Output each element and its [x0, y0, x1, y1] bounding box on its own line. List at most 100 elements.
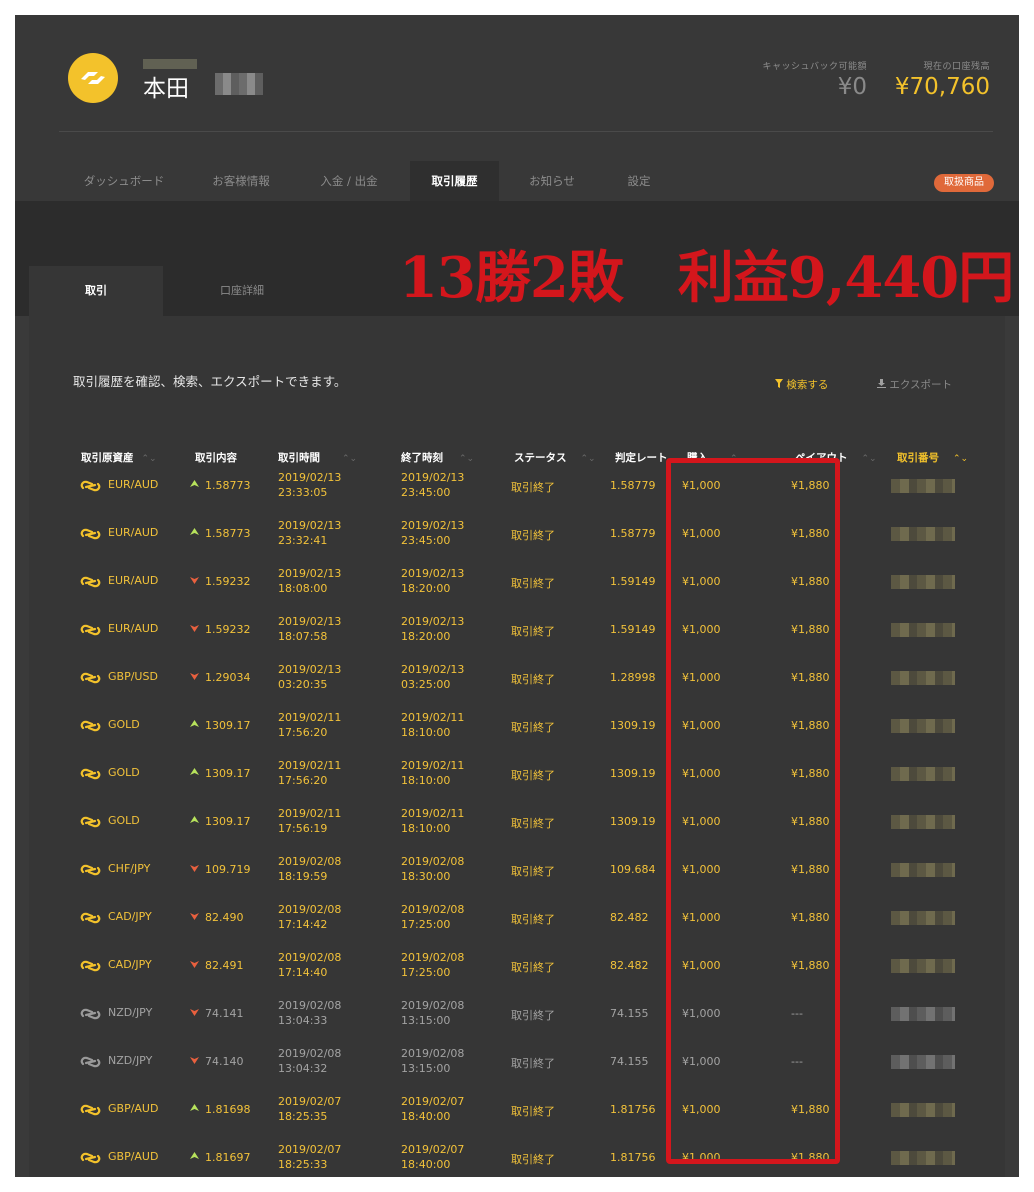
judge-rate: 82.482 — [610, 911, 649, 924]
purchase-amount: ¥1,000 — [682, 959, 721, 972]
table-row[interactable]: CHF/JPY 109.719 2019/02/08 18:19:59 2019/02/… — [29, 853, 1005, 901]
col-asset-header[interactable]: 取引原資産 ⌃⌄ — [81, 450, 157, 465]
payout-amount: ¥1,880 — [791, 671, 830, 684]
start-time-clock: 18:07:58 — [278, 630, 328, 643]
down-arrow-icon — [190, 864, 199, 875]
export-link[interactable]: エクスポート — [877, 377, 952, 392]
subtab-band: 取引 口座詳細 13勝2敗 利益9,440円 — [15, 201, 1019, 316]
table-row[interactable]: NZD/JPY 74.141 2019/02/08 13:04:33 2019/02/0… — [29, 997, 1005, 1045]
col-start-time-header[interactable]: 取引時間 ⌃⌄ — [278, 450, 357, 465]
table-row[interactable]: CAD/JPY 82.490 2019/02/08 17:14:42 2019/02/0… — [29, 901, 1005, 949]
start-time-clock: 18:25:33 — [278, 1158, 328, 1171]
table-row[interactable]: EUR/AUD 1.58773 2019/02/13 23:32:41 2019/02/… — [29, 517, 1005, 565]
status-text: 取引終了 — [511, 865, 555, 878]
status-text: 取引終了 — [511, 721, 555, 734]
chain-link-icon — [80, 766, 101, 785]
sort-chevrons-icon[interactable]: ⌃⌄ — [953, 454, 968, 464]
table-row[interactable]: CAD/JPY 82.491 2019/02/08 17:14:40 2019/02/0… — [29, 949, 1005, 997]
down-arrow-icon — [190, 576, 199, 587]
export-label: エクスポート — [889, 379, 953, 391]
tab-settings[interactable]: 設定 — [615, 161, 663, 201]
tab-notices[interactable]: お知らせ — [521, 161, 583, 201]
subtab-trades[interactable]: 取引 — [29, 266, 163, 316]
tab-trade-history[interactable]: 取引履歴 — [410, 161, 499, 201]
end-time-date: 2019/02/08 — [401, 903, 465, 916]
subtab-account-details[interactable]: 口座詳細 — [175, 266, 309, 316]
entry-rate: 1.29034 — [205, 671, 251, 684]
asset-name: NZD/JPY — [108, 1006, 153, 1019]
end-time: 2019/02/08 13:15:00 — [401, 998, 464, 1028]
payout-amount: ¥1,880 — [791, 1151, 830, 1164]
sort-chevrons-icon[interactable]: ⌃⌄ — [142, 454, 157, 464]
table-row[interactable]: EUR/AUD 1.59232 2019/02/13 18:07:58 2019/02/… — [29, 613, 1005, 661]
account-id-redaction — [215, 73, 263, 95]
payout-amount: ¥1,880 — [791, 959, 830, 972]
end-time-clock: 17:25:00 — [401, 966, 451, 979]
table-row[interactable]: GOLD 1309.17 2019/02/11 17:56:20 2019/02/11 1… — [29, 757, 1005, 805]
col-end-time-header[interactable]: 終了時刻 ⌃⌄ — [401, 450, 474, 465]
end-time-clock: 13:15:00 — [401, 1014, 451, 1027]
status-text: 取引終了 — [511, 625, 555, 638]
payout-amount: ¥1,880 — [791, 575, 830, 588]
sort-chevrons-icon[interactable]: ⌃⌄ — [459, 454, 474, 464]
start-time: 2019/02/11 17:56:20 — [278, 758, 341, 788]
sort-chevrons-icon[interactable]: ⌃⌄ — [862, 454, 877, 464]
status-text: 取引終了 — [511, 1009, 555, 1022]
table-row[interactable]: GBP/USD 1.29034 2019/02/13 03:20:35 2019/02/… — [29, 661, 1005, 709]
down-arrow-icon — [190, 1008, 199, 1019]
up-arrow-icon — [190, 816, 199, 827]
table-row[interactable]: EUR/AUD 1.58773 2019/02/13 23:33:05 2019/02/… — [29, 469, 1005, 517]
judge-rate: 1.59149 — [610, 575, 656, 588]
purchase-amount: ¥1,000 — [682, 863, 721, 876]
sort-chevrons-icon[interactable]: ⌃⌄ — [581, 454, 596, 464]
entry-rate: 1.58773 — [205, 479, 251, 492]
header-divider — [59, 131, 993, 132]
payout-amount: --- — [791, 1007, 803, 1020]
up-arrow-icon — [190, 1104, 199, 1115]
sort-chevrons-icon[interactable]: ⌃⌄ — [730, 454, 745, 464]
entry-rate: 1.81698 — [205, 1103, 251, 1116]
table-row[interactable]: EUR/AUD 1.59232 2019/02/13 18:08:00 2019/02/… — [29, 565, 1005, 613]
up-arrow-icon — [190, 768, 199, 779]
start-time-clock: 17:14:40 — [278, 966, 328, 979]
col-status-header[interactable]: ステータス ⌃⌄ — [514, 450, 596, 465]
tab-customer-info[interactable]: お客様情報 — [201, 161, 281, 201]
cashback-label: キャッシュバック可能額 — [762, 62, 867, 72]
col-purchase-header[interactable]: 購入 ⌃⌄ — [687, 450, 745, 465]
col-trade-id-header[interactable]: 取引番号 ⌃⌄ — [897, 450, 968, 465]
col-payout-header[interactable]: ペイアウト ⌃⌄ — [795, 450, 877, 465]
trade-id-redaction — [891, 959, 955, 973]
table-row[interactable]: GBP/AUD 1.81698 2019/02/07 18:25:35 2019/02/… — [29, 1093, 1005, 1141]
purchase-amount: ¥1,000 — [682, 671, 721, 684]
download-icon — [877, 379, 889, 391]
table-row[interactable]: NZD/JPY 74.140 2019/02/08 13:04:32 2019/02/0… — [29, 1045, 1005, 1093]
end-time: 2019/02/11 18:10:00 — [401, 758, 464, 788]
products-button[interactable]: 取扱商品 — [934, 174, 994, 192]
asset-name: NZD/JPY — [108, 1054, 153, 1067]
start-time-clock: 13:04:33 — [278, 1014, 328, 1027]
table-row[interactable]: GOLD 1309.17 2019/02/11 17:56:19 2019/02/11 1… — [29, 805, 1005, 853]
end-time-clock: 18:20:00 — [401, 582, 451, 595]
tab-dashboard[interactable]: ダッシュボード — [69, 161, 179, 201]
start-time-clock: 23:33:05 — [278, 486, 328, 499]
tab-deposit-withdraw[interactable]: 入金 / 出金 — [311, 161, 387, 201]
end-time-clock: 18:40:00 — [401, 1110, 451, 1123]
start-time-clock: 13:04:32 — [278, 1062, 328, 1075]
table-row[interactable]: GBP/AUD 1.81697 2019/02/07 18:25:33 2019/02/… — [29, 1141, 1005, 1177]
col-direction-header: 取引内容 — [195, 452, 237, 464]
search-link[interactable]: 検索する — [775, 377, 828, 392]
end-time: 2019/02/11 18:10:00 — [401, 806, 464, 836]
sort-chevrons-icon[interactable]: ⌃⌄ — [342, 454, 357, 464]
end-time-date: 2019/02/13 — [401, 471, 465, 484]
asset-name: CHF/JPY — [108, 862, 151, 875]
end-time-date: 2019/02/13 — [401, 663, 465, 676]
results-banner: 13勝2敗 利益9,440円 — [399, 245, 1014, 311]
end-time: 2019/02/07 18:40:00 — [401, 1094, 464, 1124]
asset-name: GBP/AUD — [108, 1102, 159, 1115]
trade-history-panel: 取引履歴を確認、検索、エクスポートできます。 検索する エクスポート 取引原資産… — [29, 316, 1005, 1177]
logo-icon[interactable] — [68, 53, 118, 103]
table-row[interactable]: GOLD 1309.17 2019/02/11 17:56:20 2019/02/11 1… — [29, 709, 1005, 757]
chain-link-icon — [80, 1102, 101, 1121]
up-arrow-icon — [190, 720, 199, 731]
chain-link-icon — [80, 958, 101, 977]
